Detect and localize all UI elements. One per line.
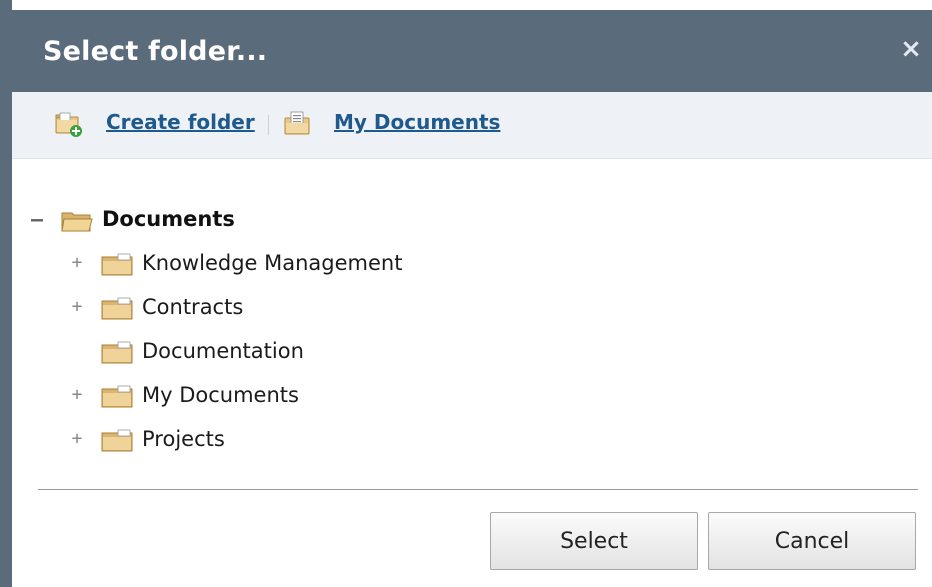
tree-node[interactable]: + Contracts bbox=[70, 295, 470, 325]
expand-toggle-icon bbox=[70, 344, 84, 358]
tree-node[interactable]: + My Documents bbox=[70, 383, 470, 413]
tree-label[interactable]: Knowledge Management bbox=[142, 251, 402, 275]
folder-open-icon bbox=[61, 212, 93, 232]
select-button[interactable]: Select bbox=[490, 512, 698, 570]
toolbar-separator bbox=[268, 115, 269, 135]
documents-folder-icon[interactable] bbox=[282, 110, 312, 138]
tree-node-root[interactable]: – Documents bbox=[30, 207, 330, 237]
tree-label[interactable]: Documents bbox=[102, 207, 235, 231]
expand-toggle-icon[interactable]: + bbox=[70, 430, 84, 448]
folder-icon bbox=[101, 297, 133, 320]
close-icon[interactable]: × bbox=[898, 36, 924, 62]
expand-toggle-icon[interactable]: + bbox=[70, 254, 84, 272]
tree-label[interactable]: Contracts bbox=[142, 295, 243, 319]
tree-node[interactable]: + Knowledge Management bbox=[70, 251, 470, 281]
collapse-toggle-icon[interactable]: – bbox=[30, 209, 44, 229]
tree-label[interactable]: Projects bbox=[142, 427, 225, 451]
folder-add-icon[interactable] bbox=[54, 110, 84, 138]
cancel-button[interactable]: Cancel bbox=[708, 512, 916, 570]
expand-toggle-icon[interactable]: + bbox=[70, 386, 84, 404]
folder-icon bbox=[101, 341, 133, 364]
folder-tree: – Documents + Knowledge Management + Con… bbox=[12, 159, 932, 489]
tree-node[interactable]: Documentation bbox=[70, 339, 470, 369]
dialog-title: Select folder... bbox=[43, 36, 268, 67]
background-edge bbox=[0, 0, 12, 587]
expand-toggle-icon[interactable]: + bbox=[70, 298, 84, 316]
dialog-titlebar: Select folder... × bbox=[12, 10, 932, 92]
page: Select folder... × Create folder My Docu… bbox=[0, 0, 932, 587]
tree-label[interactable]: My Documents bbox=[142, 383, 299, 407]
create-folder-link[interactable]: Create folder bbox=[106, 110, 255, 134]
dialog-toolbar: Create folder My Documents bbox=[12, 92, 932, 159]
folder-icon bbox=[101, 385, 133, 408]
my-documents-link[interactable]: My Documents bbox=[334, 110, 500, 134]
select-folder-dialog: Select folder... × Create folder My Docu… bbox=[12, 10, 932, 587]
folder-icon bbox=[101, 429, 133, 452]
tree-label[interactable]: Documentation bbox=[142, 339, 304, 363]
folder-icon bbox=[101, 253, 133, 276]
tree-node[interactable]: + Projects bbox=[70, 427, 470, 457]
footer-divider bbox=[38, 489, 918, 490]
